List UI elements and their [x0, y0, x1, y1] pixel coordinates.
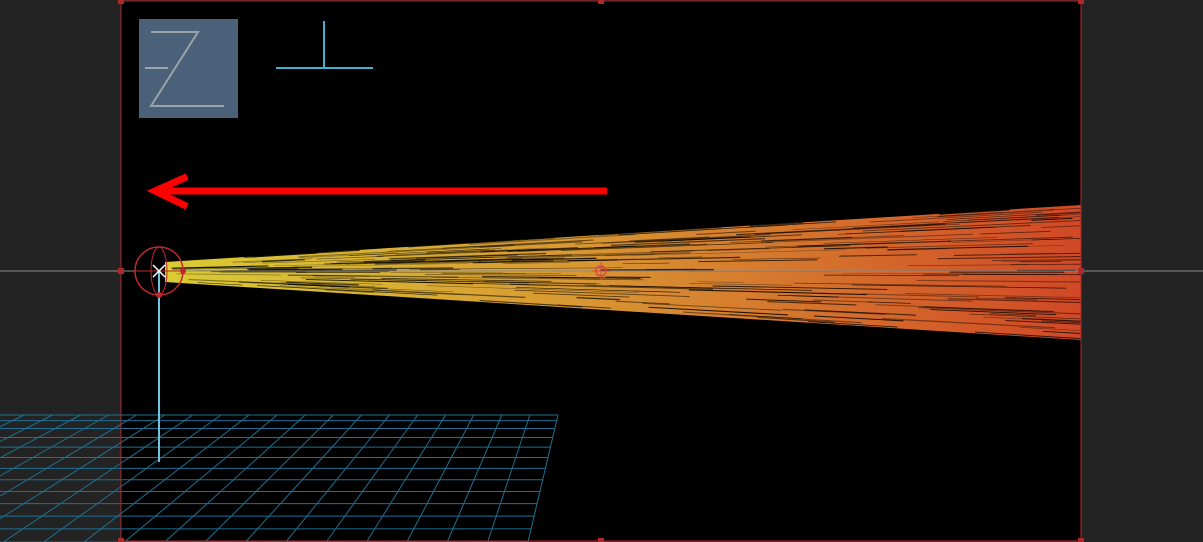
comp-handle[interactable] [1078, 0, 1084, 4]
comp-handle[interactable] [1078, 538, 1084, 542]
comp-handle[interactable] [118, 268, 124, 274]
comp-handle[interactable] [118, 0, 124, 4]
composition-viewer[interactable] [0, 0, 1203, 542]
comp-handle[interactable] [598, 0, 604, 4]
comp-handle[interactable] [1078, 268, 1084, 274]
comp-handle[interactable] [118, 538, 124, 542]
viewer-canvas[interactable] [0, 0, 1203, 542]
comp-handle[interactable] [598, 538, 604, 542]
z-axis-icon[interactable] [139, 19, 238, 118]
